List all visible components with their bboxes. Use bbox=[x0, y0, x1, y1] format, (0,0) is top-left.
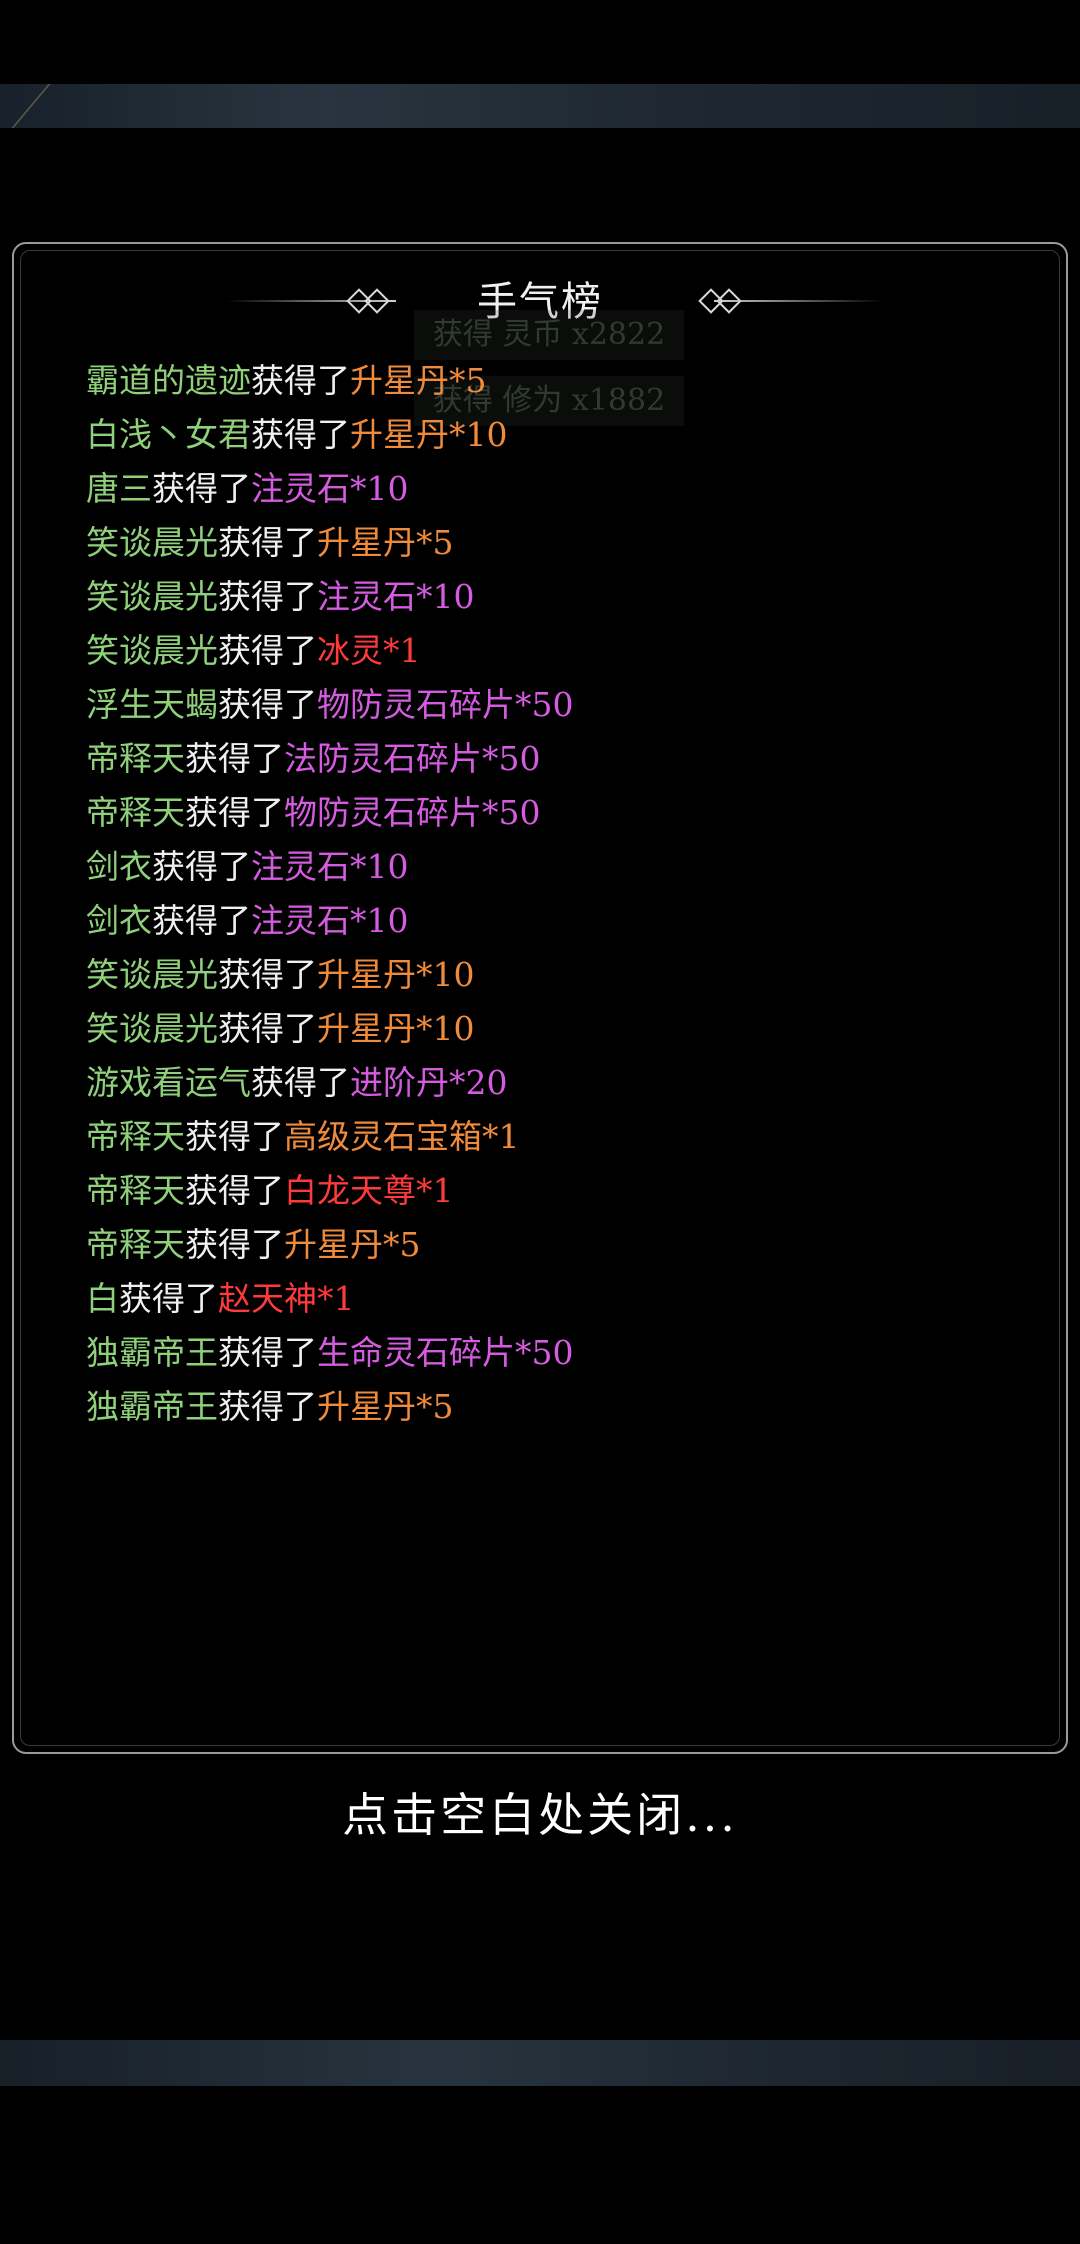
reward-item: 升星丹*5 bbox=[317, 523, 454, 562]
reward-record-row: 剑衣获得了注灵石*10 bbox=[86, 840, 1026, 894]
player-name: 游戏看运气 bbox=[86, 1063, 251, 1102]
reward-record-row: 霸道的遗迹获得了升星丹*5 bbox=[86, 354, 1026, 408]
reward-record-row: 独霸帝王获得了生命灵石碎片*50 bbox=[86, 1326, 1026, 1380]
reward-item: 进阶丹*20 bbox=[350, 1063, 508, 1102]
reward-item: 物防灵石碎片*50 bbox=[317, 685, 574, 724]
reward-record-row: 白浅丶女君获得了升星丹*10 bbox=[86, 408, 1026, 462]
reward-item: 法防灵石碎片*50 bbox=[284, 739, 541, 778]
lucky-ranking-panel: 手气榜 获得 灵币 x2822 获得 修为 x1882 霸道的遗迹获得了升星丹*… bbox=[12, 242, 1068, 1754]
obtained-text: 获得了 bbox=[152, 469, 251, 508]
player-name: 笑谈晨光 bbox=[86, 577, 218, 616]
reward-item: 升星丹*10 bbox=[317, 955, 475, 994]
player-name: 笑谈晨光 bbox=[86, 523, 218, 562]
obtained-text: 获得了 bbox=[152, 847, 251, 886]
reward-record-row: 笑谈晨光获得了升星丹*5 bbox=[86, 516, 1026, 570]
reward-item: 高级灵石宝箱*1 bbox=[284, 1117, 520, 1156]
reward-record-row: 唐三获得了注灵石*10 bbox=[86, 462, 1026, 516]
player-name: 独霸帝王 bbox=[86, 1333, 218, 1372]
obtained-text: 获得了 bbox=[218, 1333, 317, 1372]
obtained-text: 获得了 bbox=[218, 577, 317, 616]
reward-item: 物防灵石碎片*50 bbox=[284, 793, 541, 832]
reward-item: 升星丹*10 bbox=[350, 415, 508, 454]
obtained-text: 获得了 bbox=[218, 523, 317, 562]
obtained-text: 获得了 bbox=[185, 1225, 284, 1264]
background-reward-text: 获得 灵币 x2822 bbox=[414, 310, 684, 360]
background-scene-top bbox=[0, 84, 1080, 128]
obtained-text: 获得了 bbox=[185, 1117, 284, 1156]
player-name: 浮生天蝎 bbox=[86, 685, 218, 724]
obtained-text: 获得了 bbox=[251, 415, 350, 454]
reward-item: 升星丹*5 bbox=[284, 1225, 421, 1264]
close-hint[interactable]: 点击空白处关闭... bbox=[0, 1780, 1080, 1850]
obtained-text: 获得了 bbox=[185, 793, 284, 832]
reward-item: 升星丹*10 bbox=[317, 1009, 475, 1048]
obtained-text: 获得了 bbox=[251, 361, 350, 400]
obtained-text: 获得了 bbox=[218, 955, 317, 994]
reward-item: 注灵石*10 bbox=[317, 577, 475, 616]
reward-record-row: 笑谈晨光获得了升星丹*10 bbox=[86, 1002, 1026, 1056]
obtained-text: 获得了 bbox=[152, 901, 251, 940]
obtained-text: 获得了 bbox=[218, 1009, 317, 1048]
reward-item: 白龙天尊*1 bbox=[284, 1171, 454, 1210]
reward-record-row: 帝释天获得了升星丹*5 bbox=[86, 1218, 1026, 1272]
player-name: 白浅丶女君 bbox=[86, 415, 251, 454]
reward-record-row: 独霸帝王获得了升星丹*5 bbox=[86, 1380, 1026, 1434]
player-name: 白 bbox=[86, 1279, 119, 1318]
reward-record-row: 笑谈晨光获得了注灵石*10 bbox=[86, 570, 1026, 624]
player-name: 帝释天 bbox=[86, 739, 185, 778]
reward-record-row: 浮生天蝎获得了物防灵石碎片*50 bbox=[86, 678, 1026, 732]
frame-corner-decoration bbox=[11, 84, 121, 128]
reward-item: 生命灵石碎片*50 bbox=[317, 1333, 574, 1372]
player-name: 霸道的遗迹 bbox=[86, 361, 251, 400]
player-name: 笑谈晨光 bbox=[86, 631, 218, 670]
reward-record-row: 帝释天获得了白龙天尊*1 bbox=[86, 1164, 1026, 1218]
reward-record-row: 白获得了赵天神*1 bbox=[86, 1272, 1026, 1326]
reward-record-row: 帝释天获得了高级灵石宝箱*1 bbox=[86, 1110, 1026, 1164]
obtained-text: 获得了 bbox=[218, 1387, 317, 1426]
reward-item: 升星丹*5 bbox=[350, 361, 487, 400]
player-name: 剑衣 bbox=[86, 901, 152, 940]
player-name: 唐三 bbox=[86, 469, 152, 508]
obtained-text: 获得了 bbox=[218, 631, 317, 670]
background-scene-bottom bbox=[0, 2040, 1080, 2086]
reward-record-list: 霸道的遗迹获得了升星丹*5 白浅丶女君获得了升星丹*10 唐三获得了注灵石*10 笑谈… bbox=[86, 354, 1026, 1434]
obtained-text: 获得了 bbox=[185, 1171, 284, 1210]
reward-item: 注灵石*10 bbox=[251, 469, 409, 508]
reward-item: 冰灵*1 bbox=[317, 631, 421, 670]
reward-item: 注灵石*10 bbox=[251, 847, 409, 886]
reward-record-row: 笑谈晨光获得了冰灵*1 bbox=[86, 624, 1026, 678]
obtained-text: 获得了 bbox=[251, 1063, 350, 1102]
reward-item: 升星丹*5 bbox=[317, 1387, 454, 1426]
player-name: 帝释天 bbox=[86, 1171, 185, 1210]
reward-record-row: 游戏看运气获得了进阶丹*20 bbox=[86, 1056, 1026, 1110]
reward-record-row: 笑谈晨光获得了升星丹*10 bbox=[86, 948, 1026, 1002]
reward-record-row: 剑衣获得了注灵石*10 bbox=[86, 894, 1026, 948]
reward-item: 注灵石*10 bbox=[251, 901, 409, 940]
obtained-text: 获得了 bbox=[119, 1279, 218, 1318]
player-name: 笑谈晨光 bbox=[86, 1009, 218, 1048]
reward-record-row: 帝释天获得了物防灵石碎片*50 bbox=[86, 786, 1026, 840]
player-name: 剑衣 bbox=[86, 847, 152, 886]
reward-record-row: 帝释天获得了法防灵石碎片*50 bbox=[86, 732, 1026, 786]
player-name: 帝释天 bbox=[86, 1225, 185, 1264]
player-name: 独霸帝王 bbox=[86, 1387, 218, 1426]
player-name: 帝释天 bbox=[86, 793, 185, 832]
player-name: 帝释天 bbox=[86, 1117, 185, 1156]
player-name: 笑谈晨光 bbox=[86, 955, 218, 994]
title-ornament-right bbox=[714, 300, 884, 302]
obtained-text: 获得了 bbox=[218, 685, 317, 724]
screen[interactable]: 手气榜 获得 灵币 x2822 获得 修为 x1882 霸道的遗迹获得了升星丹*… bbox=[0, 0, 1080, 2244]
obtained-text: 获得了 bbox=[185, 739, 284, 778]
reward-item: 赵天神*1 bbox=[218, 1279, 355, 1318]
